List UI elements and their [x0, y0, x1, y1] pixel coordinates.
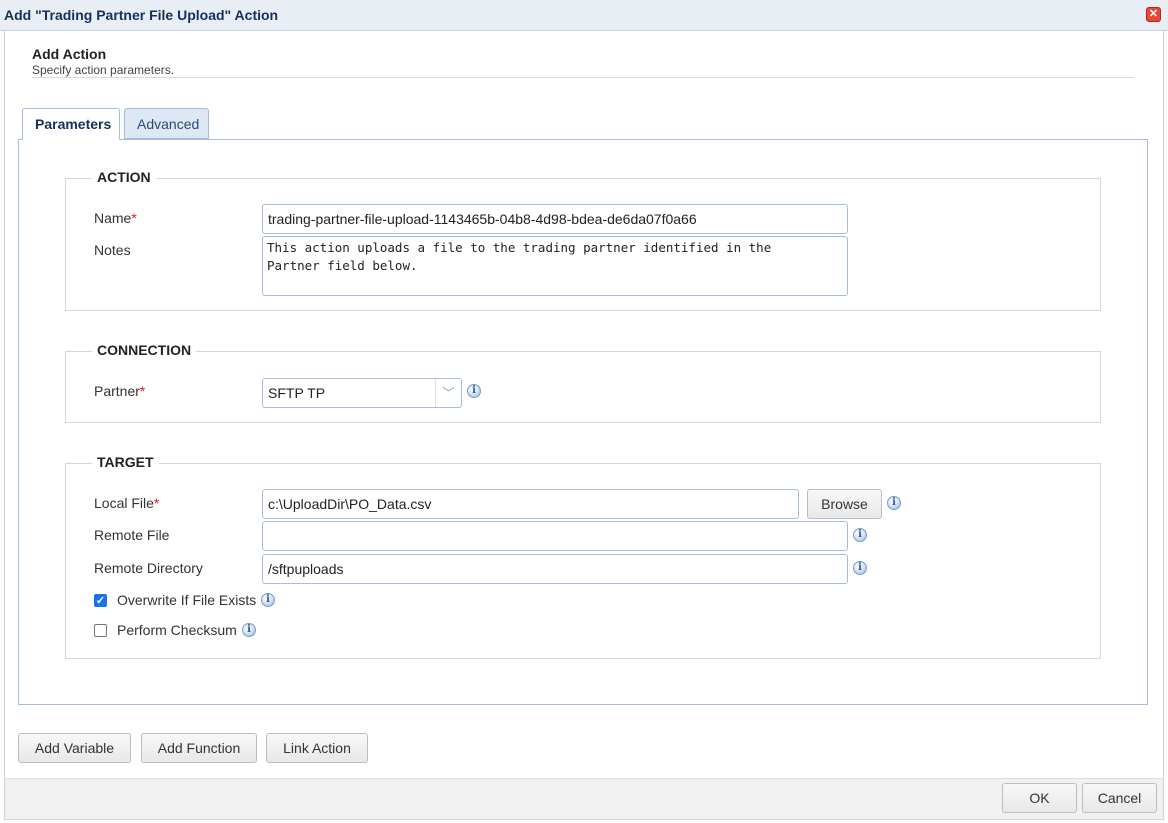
info-icon[interactable]: i — [887, 496, 901, 510]
header-divider — [32, 77, 1134, 78]
browse-button[interactable]: Browse — [807, 489, 882, 519]
local-file-label: Local File* — [94, 495, 159, 511]
ok-button[interactable]: OK — [1002, 783, 1077, 813]
local-file-label-text: Local File — [94, 495, 154, 511]
partner-select-value: SFTP TP — [268, 385, 326, 401]
legend-connection: CONNECTION — [92, 342, 197, 358]
tab-parameters[interactable]: Parameters — [22, 108, 120, 140]
page-subtitle: Specify action parameters. — [32, 63, 175, 77]
dialog-title: Add "Trading Partner File Upload" Action — [4, 7, 279, 23]
notes-textarea[interactable]: This action uploads a file to the tradin… — [262, 236, 848, 296]
remote-file-input[interactable] — [262, 521, 848, 551]
dialog-titlebar: Add "Trading Partner File Upload" Action… — [0, 0, 1168, 31]
legend-target: TARGET — [92, 454, 159, 470]
required-marker: * — [139, 383, 146, 399]
info-icon[interactable]: i — [467, 384, 481, 398]
partner-label: Partner* — [94, 383, 145, 399]
dialog-footer — [5, 778, 1163, 819]
checkmark-icon: ✓ — [95, 595, 106, 607]
link-action-button[interactable]: Link Action — [266, 733, 368, 763]
fieldset-connection: CONNECTION — [65, 342, 1101, 423]
add-function-button[interactable]: Add Function — [141, 733, 257, 763]
remote-directory-label: Remote Directory — [94, 560, 203, 576]
required-marker: * — [153, 495, 160, 511]
dialog-bottom-border — [4, 819, 1164, 820]
required-marker: * — [131, 210, 137, 226]
info-icon[interactable]: i — [853, 528, 867, 542]
notes-label: Notes — [94, 242, 131, 258]
name-label: Name* — [94, 210, 137, 226]
chevron-down-icon[interactable]: ﹀ — [435, 379, 461, 407]
remote-file-label: Remote File — [94, 527, 170, 543]
local-file-input[interactable] — [262, 489, 799, 519]
checksum-label: Perform Checksum — [117, 622, 237, 638]
overwrite-label: Overwrite If File Exists — [117, 592, 257, 608]
name-input[interactable] — [262, 204, 848, 234]
add-variable-button[interactable]: Add Variable — [18, 733, 131, 763]
tab-advanced[interactable]: Advanced — [124, 108, 209, 139]
partner-select[interactable]: SFTP TP ﹀ — [262, 378, 462, 408]
name-label-text: Name — [94, 210, 132, 226]
remote-directory-input[interactable] — [262, 554, 848, 584]
info-icon[interactable]: i — [242, 623, 256, 637]
overwrite-checkbox[interactable]: ✓ — [94, 594, 107, 607]
partner-label-text: Partner — [94, 383, 140, 399]
cancel-button[interactable]: Cancel — [1082, 783, 1157, 813]
page-title: Add Action — [32, 46, 107, 62]
close-icon[interactable]: ✕ — [1146, 7, 1161, 22]
checksum-checkbox[interactable] — [94, 624, 107, 637]
info-icon[interactable]: i — [853, 561, 867, 575]
info-icon[interactable]: i — [261, 593, 275, 607]
legend-action: ACTION — [92, 169, 156, 185]
